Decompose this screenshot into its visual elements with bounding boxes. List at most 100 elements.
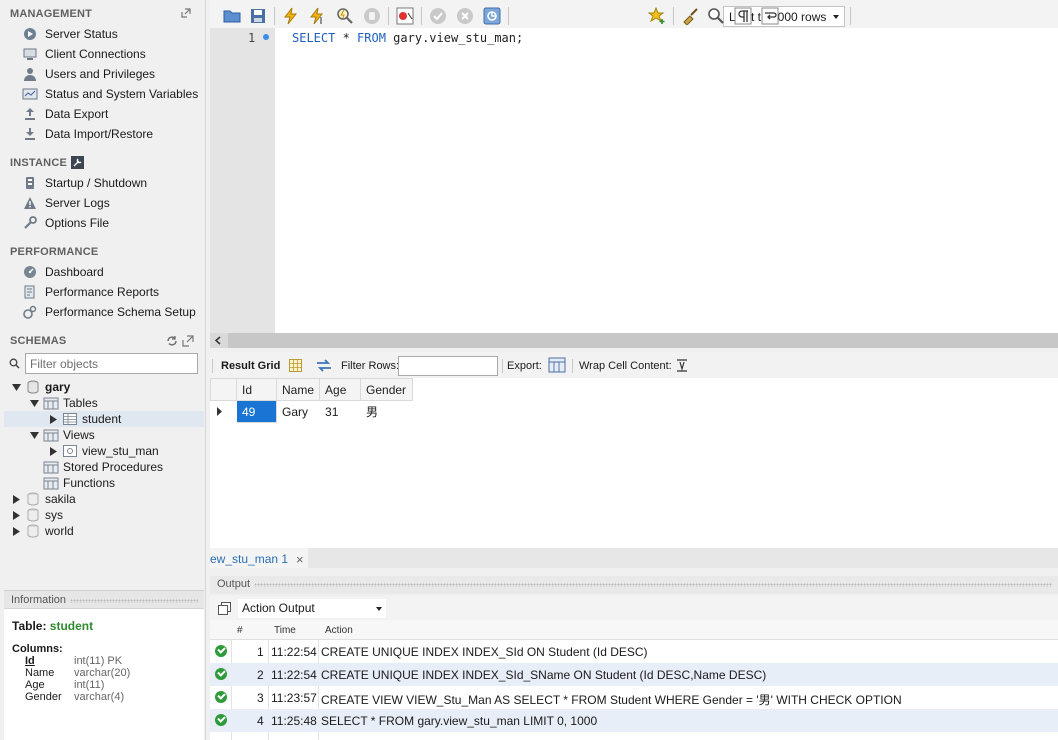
error-toggle-icon <box>396 7 414 25</box>
close-icon[interactable]: × <box>296 552 304 567</box>
stop-button[interactable] <box>362 6 382 26</box>
schema-refresh-icon[interactable] <box>166 335 178 347</box>
nav-server-logs[interactable]: Server Logs <box>22 194 110 212</box>
nav-data-import[interactable]: Data Import/Restore <box>22 125 153 143</box>
nav-label: Users and Privileges <box>45 67 156 81</box>
chevron-down-icon <box>833 15 839 19</box>
output-action: CREATE UNIQUE INDEX INDEX_SId_SName ON S… <box>321 668 767 682</box>
sql-editor[interactable]: 1 SELECT * FROM gary.view_stu_man; <box>210 28 1058 333</box>
nav-server-status[interactable]: Server Status <box>22 25 118 43</box>
tree-stored-procedures[interactable]: Stored Procedures <box>43 459 163 475</box>
tree-db-world[interactable]: world <box>11 523 74 539</box>
add-snippet-button[interactable] <box>647 6 667 26</box>
execute-button[interactable] <box>281 6 301 26</box>
column-header[interactable]: Name <box>275 378 321 401</box>
view-icon <box>62 444 78 458</box>
toolbar-separator <box>673 7 674 25</box>
nav-users-privileges[interactable]: Users and Privileges <box>22 65 155 83</box>
nav-data-export[interactable]: Data Export <box>22 105 108 123</box>
table-cell[interactable]: 男 <box>361 401 413 423</box>
info-column-row: Age int(11) <box>25 679 130 691</box>
expanded-arrow-icon[interactable] <box>11 382 21 392</box>
expand-corner-icon[interactable] <box>181 8 191 18</box>
tree-functions[interactable]: Functions <box>43 475 115 491</box>
output-action: SELECT * FROM gary.view_stu_man LIMIT 0,… <box>321 714 598 728</box>
collapsed-arrow-icon[interactable] <box>48 414 58 424</box>
success-check-icon <box>215 691 227 703</box>
table-cell[interactable]: Gary <box>277 401 320 423</box>
output-mode-select[interactable]: Action Output <box>238 599 386 618</box>
nav-status-variables[interactable]: Status and System Variables <box>22 85 198 103</box>
table-row[interactable]: 49 Gary 31 男 <box>210 400 413 423</box>
autocommit-button[interactable] <box>482 6 502 26</box>
toolbar-separator <box>508 7 509 25</box>
procedures-folder-icon <box>43 460 59 474</box>
column-header[interactable]: Gender <box>360 378 414 401</box>
sql-text: * <box>335 31 358 45</box>
table-cell[interactable]: 49 <box>236 400 277 423</box>
output-row[interactable]: 3 11:23:57 CREATE VIEW VIEW_Stu_Man AS S… <box>210 686 1058 709</box>
save-button[interactable] <box>248 6 268 26</box>
statement-marker-icon <box>263 34 269 40</box>
expanded-arrow-icon[interactable] <box>29 430 39 440</box>
find-button[interactable] <box>706 6 726 26</box>
nav-performance-schema-setup[interactable]: Performance Schema Setup <box>22 303 196 321</box>
nav-label: Performance Reports <box>45 285 160 299</box>
grid-view-icon[interactable] <box>289 359 302 372</box>
copy-icon[interactable] <box>218 602 231 615</box>
beautify-button[interactable] <box>680 6 700 26</box>
tree-views[interactable]: Views <box>29 427 95 443</box>
row-marker[interactable] <box>210 400 237 423</box>
toggle-error-button[interactable] <box>395 6 415 26</box>
info-column-name: Gender <box>25 691 62 703</box>
result-grid-label[interactable]: Result Grid <box>221 360 280 372</box>
rollback-button[interactable] <box>455 6 475 26</box>
wrap-lines-button[interactable] <box>760 6 780 26</box>
nav-startup-shutdown[interactable]: Startup / Shutdown <box>22 174 147 192</box>
output-row[interactable]: 2 11:22:54 CREATE UNIQUE INDEX INDEX_SId… <box>210 663 1058 686</box>
explain-button[interactable] <box>335 6 355 26</box>
editor-horizontal-scrollbar[interactable] <box>210 333 1058 348</box>
schema-filter-input[interactable] <box>25 353 198 374</box>
nav-label: Dashboard <box>45 265 104 279</box>
table-cell[interactable]: 31 <box>320 401 361 423</box>
commit-button[interactable] <box>428 6 448 26</box>
information-header: Information <box>4 591 204 609</box>
tree-view-stu-man[interactable]: view_stu_man <box>48 443 159 459</box>
column-header[interactable]: Id <box>236 378 277 401</box>
nav-client-connections[interactable]: Client Connections <box>22 45 146 63</box>
output-num: 3 <box>257 691 264 705</box>
tree-db-sys[interactable]: sys <box>11 507 63 523</box>
sql-code-line[interactable]: SELECT * FROM gary.view_stu_man; <box>292 31 523 45</box>
invisible-chars-button[interactable] <box>733 6 753 26</box>
result-tab[interactable]: ew_stu_man 1 × <box>210 548 308 568</box>
tree-db-sakila[interactable]: sakila <box>11 491 76 507</box>
filter-rows-input[interactable] <box>398 356 498 376</box>
tree-tables[interactable]: Tables <box>29 395 98 411</box>
scrollbar-thumb[interactable] <box>228 333 1058 348</box>
open-file-button[interactable] <box>222 6 242 26</box>
refresh-arrows-icon[interactable] <box>316 359 332 372</box>
tree-db-gary[interactable]: gary <box>11 379 70 395</box>
collapsed-arrow-icon[interactable] <box>48 446 58 456</box>
column-header[interactable]: Age <box>319 378 362 401</box>
info-columns-label: Columns: <box>12 643 63 655</box>
nav-performance-reports[interactable]: Performance Reports <box>22 283 159 301</box>
output-row[interactable]: 1 11:22:54 CREATE UNIQUE INDEX INDEX_SId… <box>210 640 1058 663</box>
nav-options-file[interactable]: Options File <box>22 214 109 232</box>
output-row[interactable]: 4 11:25:48 SELECT * FROM gary.view_stu_m… <box>210 709 1058 732</box>
collapsed-arrow-icon[interactable] <box>11 510 21 520</box>
tree-table-student[interactable]: student <box>48 411 121 427</box>
scroll-left-icon[interactable] <box>214 336 222 345</box>
schema-expand-icon[interactable] <box>182 335 194 347</box>
collapsed-arrow-icon[interactable] <box>11 526 21 536</box>
expanded-arrow-icon[interactable] <box>29 398 39 408</box>
nav-dashboard[interactable]: Dashboard <box>22 263 104 281</box>
collapsed-arrow-icon[interactable] <box>11 494 21 504</box>
wrench-icon <box>22 215 38 231</box>
execute-current-button[interactable] <box>308 6 328 26</box>
export-icon[interactable] <box>548 357 566 373</box>
star-plus-icon <box>648 7 665 24</box>
wrap-cell-icon[interactable] <box>676 359 688 372</box>
line-number: 1 <box>248 31 256 45</box>
